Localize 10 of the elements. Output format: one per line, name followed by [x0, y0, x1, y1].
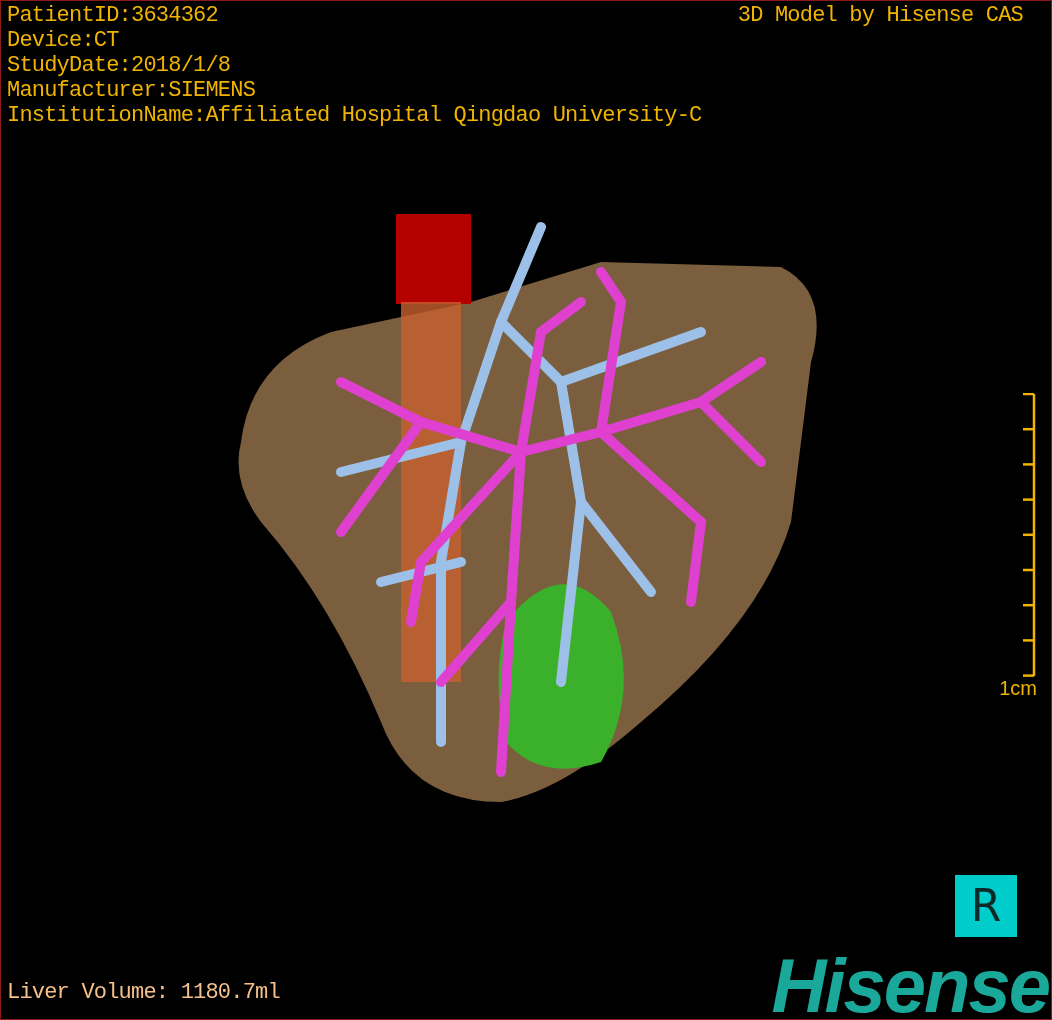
viewer-title: 3D Model by Hisense CAS: [737, 3, 1023, 28]
patient-info-text: PatientID:3634362: [7, 3, 219, 28]
liver-volume-text: Liver Volume: 1180.7ml: [7, 980, 280, 1005]
patient-info-text: InstitutionName:Affiliated Hospital Qingdao University-C: [7, 103, 702, 128]
patient-info-text: Device:CT: [7, 28, 120, 53]
scale-label: 1cm: [999, 677, 1037, 700]
logo-text: Hisense: [771, 953, 1050, 1019]
orientation-marker: R: [955, 875, 1017, 937]
patient-info-text: StudyDate:2018/1/8: [7, 53, 232, 78]
patient-info-text: Manufacturer:SIEMENS: [7, 78, 257, 103]
